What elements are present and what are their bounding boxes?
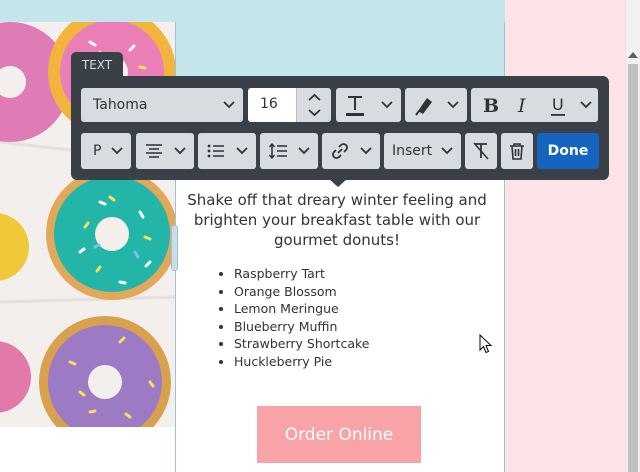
svg-text:I: I bbox=[517, 95, 526, 117]
toolbar-pointer bbox=[329, 179, 347, 187]
clear-format-button[interactable] bbox=[465, 133, 497, 169]
list-item: Raspberry Tart bbox=[234, 265, 369, 283]
font-size-stepper[interactable] bbox=[296, 88, 331, 122]
list-item: Lemon Meringue bbox=[234, 300, 369, 318]
done-button[interactable]: Done bbox=[537, 133, 599, 169]
block-format-select[interactable]: P bbox=[81, 133, 131, 169]
svg-text:U: U bbox=[552, 95, 564, 114]
alignment-button[interactable] bbox=[136, 133, 194, 169]
chevron-down-icon bbox=[447, 101, 459, 109]
chevron-down-icon bbox=[174, 147, 186, 155]
chevron-down-icon bbox=[381, 101, 393, 109]
trash-icon bbox=[510, 143, 524, 160]
list-item: Blueberry Muffin bbox=[234, 318, 369, 336]
clear-format-icon bbox=[473, 142, 489, 160]
scrollbar-thumb[interactable] bbox=[628, 64, 638, 472]
bold-icon[interactable]: B bbox=[483, 95, 499, 117]
header-band bbox=[0, 0, 505, 22]
list-item: Strawberry Shortcake bbox=[234, 335, 369, 353]
header-band-tint bbox=[176, 22, 504, 80]
italic-icon[interactable]: I bbox=[517, 95, 526, 117]
flavor-list[interactable]: Raspberry Tart Orange Blossom Lemon Meri… bbox=[234, 265, 369, 370]
font-family-select[interactable]: Tahoma bbox=[81, 88, 243, 122]
list-button[interactable] bbox=[198, 133, 256, 169]
chevron-down-icon bbox=[298, 147, 310, 155]
chevron-down-icon[interactable] bbox=[580, 101, 592, 109]
list-item: Huckleberry Pie bbox=[234, 353, 369, 371]
chevron-down-icon bbox=[236, 147, 248, 155]
text-color-icon bbox=[346, 96, 364, 116]
line-height-button[interactable] bbox=[260, 133, 318, 169]
order-online-button[interactable]: Order Online bbox=[257, 406, 421, 463]
chevron-down-icon bbox=[441, 147, 453, 155]
scroll-up-arrow-icon[interactable] bbox=[628, 52, 638, 58]
mouse-cursor-icon bbox=[479, 334, 493, 354]
text-color-button[interactable] bbox=[336, 88, 401, 122]
stepper-arrows-icon[interactable] bbox=[297, 88, 332, 122]
svg-text:B: B bbox=[483, 95, 499, 117]
block-format-value: P bbox=[93, 143, 102, 159]
line-height-icon bbox=[268, 142, 287, 160]
text-style-group: B I U bbox=[471, 88, 598, 122]
font-family-value: Tahoma bbox=[93, 97, 148, 113]
chevron-down-icon bbox=[111, 147, 123, 155]
underline-icon[interactable]: U bbox=[551, 95, 565, 116]
highlight-icon bbox=[415, 98, 432, 116]
delete-button[interactable] bbox=[501, 133, 533, 169]
list-item: Orange Blossom bbox=[234, 283, 369, 301]
text-style-icons: B I U bbox=[483, 95, 592, 117]
link-icon bbox=[332, 143, 348, 159]
intro-paragraph[interactable]: Shake off that dreary winter feeling and… bbox=[183, 190, 491, 250]
insert-dropdown[interactable]: Insert bbox=[384, 133, 461, 169]
insert-label: Insert bbox=[392, 143, 433, 159]
highlight-color-button[interactable] bbox=[405, 88, 467, 122]
list-icon bbox=[207, 144, 224, 158]
side-panel-pink bbox=[505, 0, 625, 472]
link-button[interactable] bbox=[322, 133, 380, 169]
chevron-down-icon bbox=[223, 101, 235, 109]
align-center-icon bbox=[146, 144, 162, 158]
font-size-input[interactable]: 16 bbox=[248, 88, 296, 122]
column-resize-handle[interactable] bbox=[171, 225, 178, 271]
vertical-scrollbar[interactable] bbox=[625, 0, 640, 472]
chevron-down-icon bbox=[360, 147, 372, 155]
